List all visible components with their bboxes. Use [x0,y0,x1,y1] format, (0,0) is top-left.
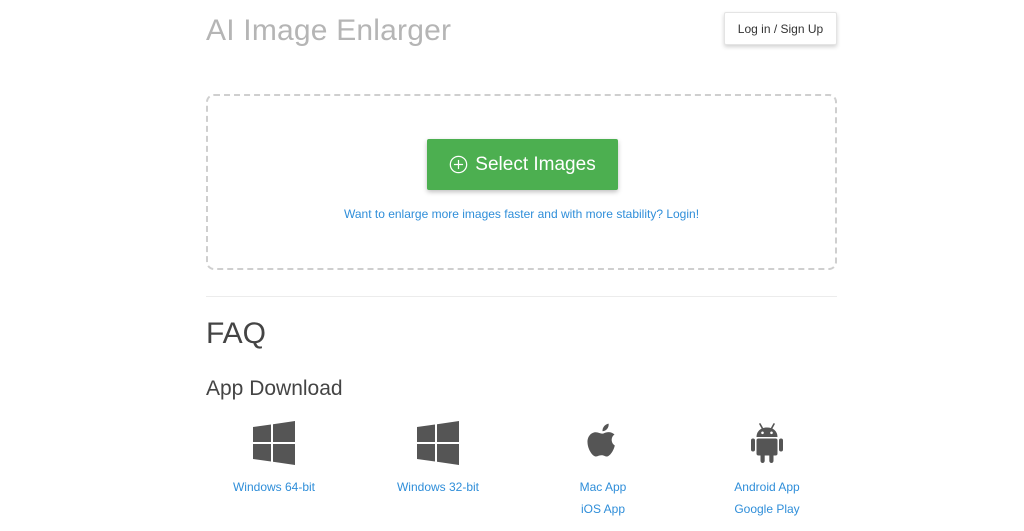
apple-icon [587,423,615,457]
download-android: Android App Google Play [692,421,842,520]
google-play-link[interactable]: Google Play [692,498,842,520]
windows-32-link[interactable]: Windows 32-bit [363,476,513,498]
download-windows-64: Windows 64-bit [199,421,349,498]
login-hint-link[interactable]: Want to enlarge more images faster and w… [208,207,835,221]
login-signup-button[interactable]: Log in / Sign Up [724,12,837,45]
windows-icon [253,421,295,465]
windows-64-link[interactable]: Windows 64-bit [199,476,349,498]
android-icon [751,423,783,463]
plus-circle-icon [450,155,468,174]
image-drop-zone[interactable]: Select Images Want to enlarge more image… [206,94,837,270]
section-divider [206,296,837,297]
page: AI Image Enlarger Log in / Sign Up Selec… [0,0,1024,531]
windows-icon [417,421,459,465]
android-app-link[interactable]: Android App [692,476,842,498]
download-windows-32: Windows 32-bit [363,421,513,498]
download-apple: Mac App iOS App [528,421,678,520]
ios-app-link[interactable]: iOS App [528,498,678,520]
select-images-label: Select Images [475,153,596,175]
faq-heading: FAQ [206,317,267,350]
header: AI Image Enlarger Log in / Sign Up [206,12,837,52]
app-download-heading: App Download [206,377,343,400]
select-images-button[interactable]: Select Images [427,139,618,190]
app-title: AI Image Enlarger [206,14,452,47]
mac-app-link[interactable]: Mac App [528,476,678,498]
